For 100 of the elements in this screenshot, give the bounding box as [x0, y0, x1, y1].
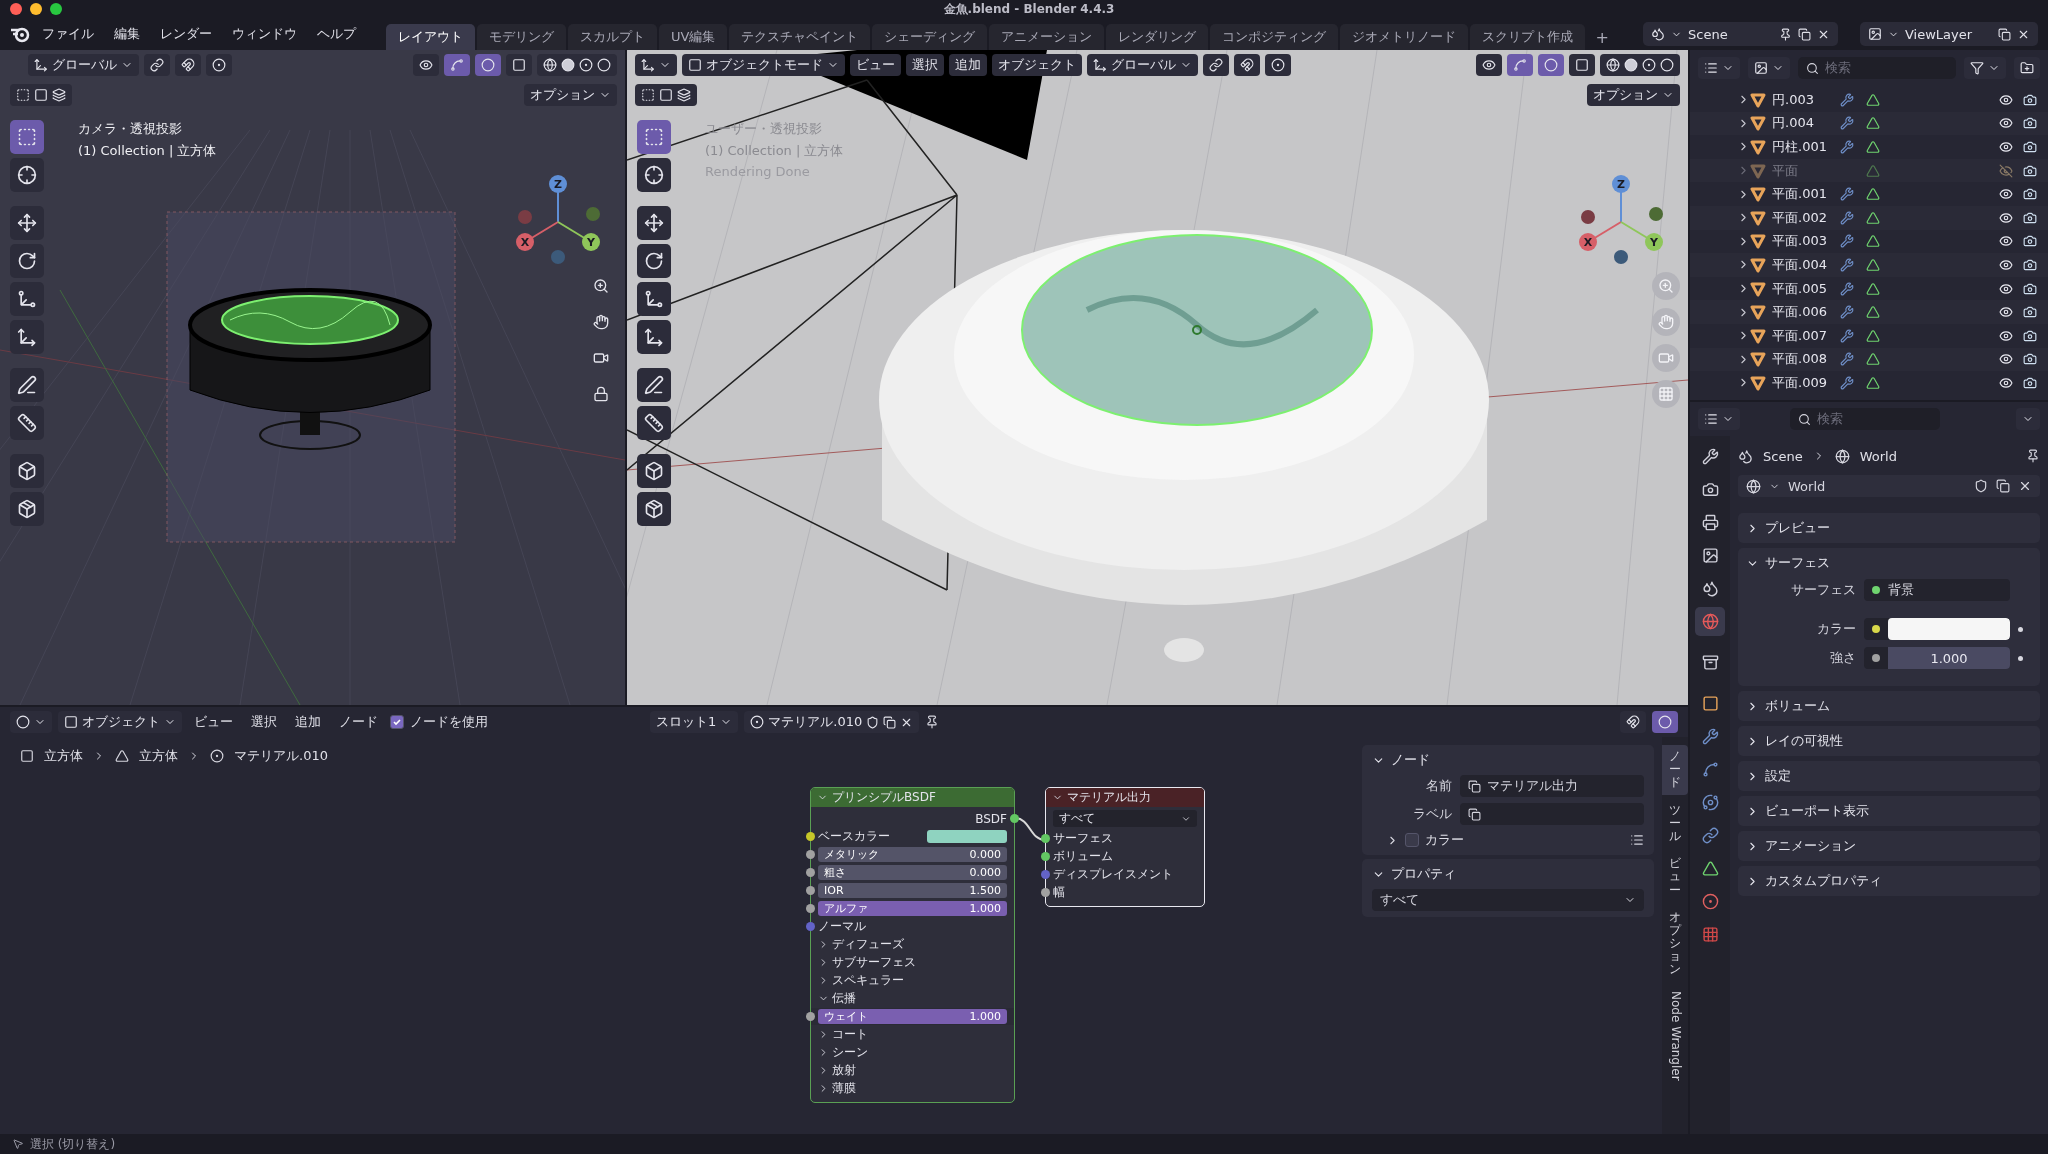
outliner-row[interactable]: 平面.003 — [1690, 229, 2048, 254]
outliner-row[interactable]: 円.003 — [1690, 88, 2048, 112]
breadcrumb-item: Scene — [1763, 448, 1803, 464]
panel-label[interactable]: 薄膜 — [832, 1080, 856, 1097]
outliner-row[interactable]: 平面.006 — [1690, 300, 2048, 324]
name-field[interactable]: マテリアル出力 — [1460, 775, 1644, 797]
socket-label: BSDF — [975, 811, 1007, 826]
panel-header[interactable]: レイの可視性 — [1746, 732, 2032, 750]
workspace-tab[interactable]: テクスチャペイント — [729, 24, 871, 50]
workspace-tab[interactable]: スクリプト作成 — [1470, 24, 1586, 50]
menu-button[interactable]: 選択 — [245, 711, 283, 733]
outliner-row[interactable]: 平面 — [1690, 158, 2048, 183]
panel-label[interactable]: 伝播 — [832, 990, 856, 1007]
panel-label[interactable]: 放射 — [832, 1062, 856, 1079]
menu-item[interactable]: ファイル — [34, 22, 102, 46]
options-dropdown[interactable]: オプション — [1587, 84, 1680, 106]
shader-field[interactable]: 背景 — [1864, 579, 2010, 601]
panel-label[interactable]: スペキュラー — [832, 972, 904, 989]
panel-label[interactable]: シーン — [832, 1044, 868, 1061]
mode-dropdown[interactable]: オブジェクトモード — [682, 54, 845, 76]
object-name: 平面.007 — [1772, 326, 1828, 345]
workspace-tab[interactable]: UV編集 — [659, 24, 728, 50]
panel-header[interactable]: プレビュー — [1746, 519, 2032, 537]
socket-label: サーフェス — [1053, 830, 1113, 847]
panel-header[interactable]: カスタムプロパティ — [1746, 872, 2032, 890]
outliner-row[interactable]: 平面.002 — [1690, 205, 2048, 230]
menu-item[interactable]: ヘルプ — [309, 22, 364, 46]
outliner-row[interactable]: 平面.008 — [1690, 347, 2048, 372]
workspace-tab[interactable]: モデリング — [477, 24, 566, 50]
target-dropdown[interactable]: すべて — [1053, 810, 1197, 827]
menu-button[interactable]: 選択 — [906, 54, 944, 76]
workspace-tab[interactable]: アニメーション — [989, 24, 1105, 50]
transform-orientation-dropdown[interactable]: グローバル — [1087, 54, 1198, 76]
sidebar-tab[interactable]: Node Wrangler — [1662, 985, 1688, 1086]
workspace-tab[interactable]: ジオメトリノード — [1340, 24, 1469, 50]
value-field[interactable]: IOR 1.500 — [818, 883, 1007, 898]
outliner-row[interactable]: 平面.001 — [1690, 182, 2048, 206]
workspace-tab[interactable]: スカルプト — [568, 24, 657, 50]
panel-header[interactable]: サーフェス — [1746, 554, 2032, 572]
socket-label: ノーマル — [818, 918, 866, 935]
value-field[interactable]: 粗さ 0.000 — [818, 865, 1007, 880]
panel-header[interactable]: ボリューム — [1746, 697, 2032, 715]
axis-gizmo[interactable]: X Y Z — [1576, 172, 1666, 272]
sidebar-tab[interactable]: ツール — [1662, 798, 1688, 849]
color-checkbox[interactable]: カラー — [1405, 831, 1464, 849]
viewport-info-text: カメラ・透視投影 — [78, 120, 183, 138]
panel-label[interactable]: コート — [832, 1026, 868, 1043]
outliner-row[interactable]: 円.004 — [1690, 111, 2048, 136]
socket-label: 幅 — [1053, 884, 1065, 901]
world-selector[interactable]: World — [1738, 475, 2040, 497]
field-label: サーフェス — [1790, 581, 1856, 599]
breadcrumb-item: World — [1859, 448, 1897, 464]
material-selector[interactable]: マテリアル.010 — [744, 711, 920, 733]
axis-gizmo[interactable]: X Y Z — [513, 172, 603, 272]
panel-label[interactable]: サブサーフェス — [832, 954, 916, 971]
breadcrumb-item: 立方体 — [44, 747, 83, 765]
workspace-tab[interactable]: コンポジティング — [1210, 24, 1339, 50]
sidebar-tab[interactable]: ビュー — [1662, 852, 1688, 902]
value-field[interactable]: メタリック 0.000 — [818, 847, 1007, 862]
menu-item[interactable]: 編集 — [106, 22, 148, 46]
workspace-tab[interactable]: レイアウト — [386, 24, 475, 50]
value-field[interactable]: 1.000 — [1864, 647, 2010, 669]
panel-header[interactable]: プロパティ — [1372, 865, 1644, 883]
outliner-row[interactable]: 平面.009 — [1690, 371, 2048, 395]
panel-header[interactable]: ノード — [1372, 751, 1644, 769]
panel-label[interactable]: ディフューズ — [832, 936, 904, 953]
field-label: カラー — [1816, 620, 1856, 638]
object-dropdown[interactable]: オブジェクト — [58, 711, 182, 733]
sidebar-tab[interactable]: ノード — [1662, 745, 1688, 795]
panel-header[interactable]: 設定 — [1746, 767, 2032, 785]
outliner-row[interactable]: 平面.007 — [1690, 323, 2048, 348]
menu-button[interactable]: オブジェクト — [992, 54, 1082, 76]
view-layer-selector[interactable]: ViewLayer — [1860, 22, 2038, 46]
outliner-row[interactable]: 平面.004 — [1690, 253, 2048, 277]
workspace-tab[interactable]: シェーディング — [872, 24, 988, 50]
slot-dropdown[interactable]: スロット1 — [650, 711, 739, 733]
options-dropdown[interactable]: オプション — [524, 84, 617, 106]
field-label: 名前 — [1425, 777, 1452, 795]
viewport[interactable]: グローバル オプション カメラ・透視投影 (1) Collection | 立方体 X Y Z — [0, 50, 625, 705]
menu-button[interactable]: ビュー — [850, 54, 901, 76]
transform-orientation-dropdown[interactable]: グローバル — [28, 54, 139, 76]
menu-button[interactable]: ノード — [333, 711, 384, 733]
menu-button[interactable]: 追加 — [949, 54, 987, 76]
panel-header[interactable]: アニメーション — [1746, 837, 2032, 855]
value-field[interactable]: アルファ 1.000 — [818, 901, 1007, 916]
menu-button[interactable]: 追加 — [289, 711, 327, 733]
workspace-tab[interactable]: レンダリング — [1106, 24, 1209, 50]
value-field[interactable]: ウェイト 1.000 — [818, 1009, 1007, 1024]
use-nodes-checkbox[interactable]: ノードを使用 — [390, 713, 488, 731]
panel-header[interactable]: ビューポート表示 — [1746, 802, 2032, 820]
add-workspace-button[interactable]: + — [1587, 24, 1617, 50]
outliner-row[interactable]: 平面.005 — [1690, 276, 2048, 301]
menu-item[interactable]: レンダー — [152, 22, 220, 46]
object-name: 平面.002 — [1772, 208, 1828, 227]
scene-selector[interactable]: Scene — [1643, 22, 1838, 46]
properties-dropdown[interactable]: すべて — [1372, 889, 1644, 911]
menu-item[interactable]: ウィンドウ — [224, 22, 305, 46]
sidebar-tab[interactable]: オプション — [1662, 905, 1688, 982]
outliner-row[interactable]: 円柱.001 — [1690, 135, 2048, 159]
menu-button[interactable]: ビュー — [188, 711, 239, 733]
